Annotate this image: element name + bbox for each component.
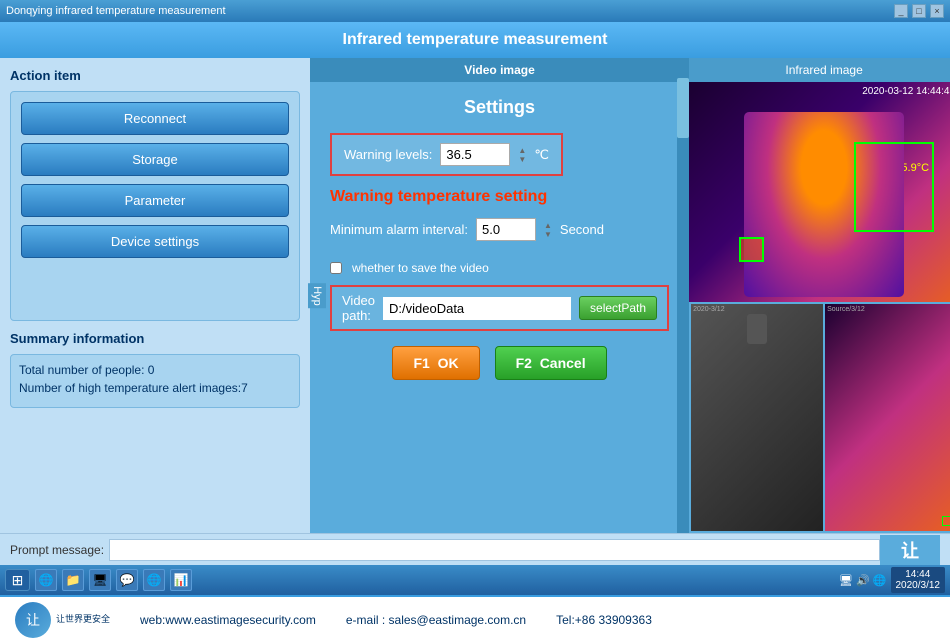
prompt-label: Prompt message: [10,543,104,557]
ok-label: OK [438,355,459,371]
video-path-input[interactable] [383,297,571,320]
warning-value-input[interactable] [440,143,510,166]
save-video-checkbox[interactable] [330,262,342,274]
center-panel: Video image Hyp Settings Warning levels:… [310,58,689,533]
logo-icon: 让 [15,602,51,638]
alarm-label: Minimum alarm interval: [330,222,468,237]
video-tabs: Video image [310,58,689,82]
time: 14:44 [896,569,941,580]
footer-email: e-mail : sales@eastimage.com.cn [346,613,526,627]
title-bar: Donqying infrared temperature measuremen… [0,0,950,22]
infrared-image: 2020-03-12 14:44:42 35.9°C [689,82,950,302]
main-content: Action item Reconnect Storage Parameter … [0,58,950,533]
time-display: 14:44 2020/3/12 [891,567,946,593]
f2-cancel-button[interactable]: F2 Cancel [495,346,607,380]
prompt-logo: 让 [880,535,940,565]
settings-title: Settings [330,97,669,118]
alarm-unit: Second [560,222,604,237]
infrared-image-tab[interactable]: Infrared image [689,58,950,82]
title-bar-controls: _ □ × [894,4,944,18]
footer-tel: Tel:+86 33909363 [556,613,652,627]
taskbar-icon-ie[interactable]: 🌐 [35,569,57,591]
face-detection-box [854,142,934,232]
taskbar-icon-browser2[interactable]: 🌐 [143,569,165,591]
close-button[interactable]: × [930,4,944,18]
hyp-label: Hyp [308,283,326,309]
save-video-label: whether to save the video [352,261,489,275]
thumbnail-2: Source/3/12 [825,304,950,531]
date: 2020/3/12 [896,580,941,591]
taskbar-icon-monitor[interactable]: 🖥 [89,569,111,591]
right-panel: Infrared image 2020-03-12 14:44:42 35.9°… [689,58,950,533]
title-bar-text: Donqying infrared temperature measuremen… [6,5,226,17]
footer-website: web:www.eastimagesecurity.com [140,613,316,627]
video-image-tab[interactable]: Video image [310,58,689,82]
summary-section: Total number of people: 0 Number of high… [10,354,300,408]
taskbar-icons-area: 🖥 🔊 🌐 [839,574,886,587]
center-right-area: Video image Hyp Settings Warning levels:… [310,58,950,533]
f1-label: F1 [413,355,429,371]
reconnect-button[interactable]: Reconnect [21,102,289,135]
logo-text: 让世界更安全 [56,614,110,626]
device-settings-button[interactable]: Device settings [21,225,289,258]
action-section-title: Action item [10,68,300,83]
temp-unit: ℃ [534,147,549,163]
warning-levels-box: Warning levels: ▲▼ ℃ [330,133,563,176]
settings-panel: Settings Warning levels: ▲▼ ℃ Warning te… [310,82,689,533]
f2-label: F2 [516,355,532,371]
maximize-button[interactable]: □ [912,4,926,18]
save-video-row: whether to save the video [330,261,669,275]
footer-logo: 让 让世界更安全 [15,602,110,638]
left-panel: Action item Reconnect Storage Parameter … [0,58,310,533]
cancel-label: Cancel [540,355,586,371]
taskbar-icon-app[interactable]: 📊 [170,569,192,591]
summary-section-title: Summary information [10,331,300,346]
thumbnail-row: 2020-3/12 Source/3/12 [689,302,950,533]
start-button[interactable]: ⊞ [5,569,30,591]
app-title: Infrared temperature measurement [343,31,608,49]
taskbar-icon-chat[interactable]: 💬 [116,569,138,591]
prompt-content [109,539,880,561]
alert-images-row: Number of high temperature alert images:… [19,381,291,395]
scrollbar[interactable] [677,58,689,533]
infrared-timestamp: 2020-03-12 14:44:42 [862,86,950,97]
taskbar: ⊞ 🌐 📁 🖥 💬 🌐 📊 🖥 🔊 🌐 14:44 2020/3/12 [0,565,950,595]
bottom-action-row: F1 OK F2 Cancel [330,346,669,380]
warning-label: Warning levels: [344,147,432,162]
app-header: Infrared temperature measurement [0,22,950,58]
action-buttons-container: Reconnect Storage Parameter Device setti… [10,91,300,321]
taskbar-icon-folder[interactable]: 📁 [62,569,84,591]
thumb-label-1: 2020-3/12 [693,306,725,313]
thermal-detection-square [739,237,764,262]
taskbar-right: 🖥 🔊 🌐 14:44 2020/3/12 [839,567,945,593]
thumbnail-1: 2020-3/12 [691,304,823,531]
video-path-box: Video path: selectPath [330,285,669,331]
parameter-button[interactable]: Parameter [21,184,289,217]
f1-ok-button[interactable]: F1 OK [392,346,479,380]
minimize-button[interactable]: _ [894,4,908,18]
alarm-row: Minimum alarm interval: ▲▼ Second [330,218,669,241]
thumb-label-2: Source/3/12 [827,306,865,313]
prompt-bar: Prompt message: 让 [0,533,950,565]
footer: 让 让世界更安全 web:www.eastimagesecurity.com e… [0,595,950,643]
alarm-value-input[interactable] [476,218,536,241]
warning-heading: Warning temperature setting [330,188,669,206]
path-label: Video path: [342,293,375,323]
scroll-thumb [677,78,689,138]
select-path-button[interactable]: selectPath [579,296,657,320]
total-people-row: Total number of people: 0 [19,363,291,377]
storage-button[interactable]: Storage [21,143,289,176]
